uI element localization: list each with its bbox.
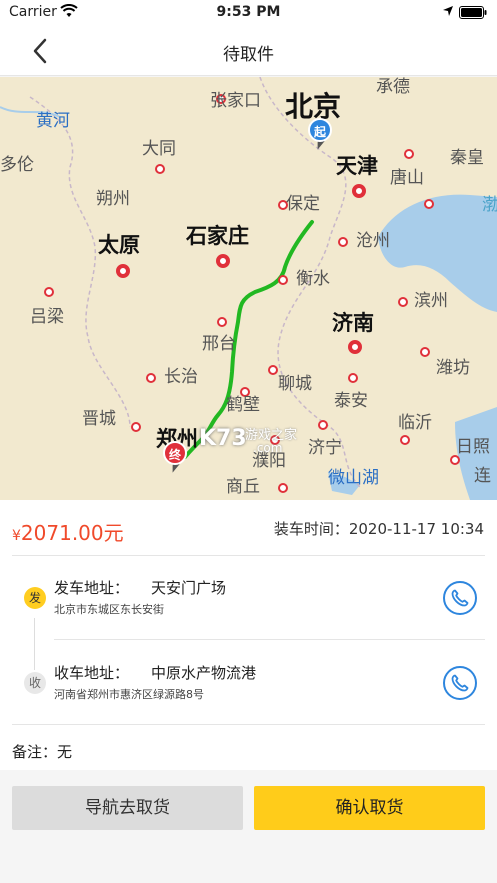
- city-dot-tianjin: [352, 184, 366, 198]
- map-label: 邢台: [202, 334, 236, 354]
- navigation-bar: 待取件: [0, 26, 497, 76]
- phone-icon: [451, 674, 469, 692]
- map-label: 张家口: [210, 91, 261, 111]
- map-label: 聊城: [278, 374, 312, 394]
- city-dot: [404, 149, 414, 159]
- map-label: 吕梁: [30, 307, 64, 327]
- address-connector-line: [34, 618, 35, 670]
- map-label-jinan: 济南: [332, 311, 374, 335]
- map-label: 大同: [142, 139, 176, 159]
- price-value: 2071.00元: [20, 521, 124, 545]
- map-label: 唐山: [390, 168, 424, 188]
- map-label: 衡水: [296, 269, 330, 289]
- map-label: 秦皇: [450, 148, 484, 168]
- map-label: 沧州: [356, 231, 390, 251]
- city-dot: [420, 347, 430, 357]
- note-value: 无: [57, 743, 73, 761]
- map-label: 连: [474, 466, 491, 486]
- city-dot-shijiazhuang: [216, 254, 230, 268]
- map-label: 微山湖: [328, 468, 379, 488]
- end-pin[interactable]: 终: [163, 441, 187, 475]
- city-dot: [348, 373, 358, 383]
- city-dot: [398, 297, 408, 307]
- map-label-shijiazhuang: 石家庄: [186, 224, 249, 248]
- page-title: 待取件: [223, 45, 274, 65]
- city-dot: [155, 164, 165, 174]
- battery-icon: [459, 6, 487, 19]
- note: 备注：无: [12, 741, 72, 762]
- city-dot: [217, 317, 227, 327]
- map-label: 潍坊: [436, 358, 470, 378]
- divider: [12, 555, 485, 556]
- map-label: 日照: [456, 437, 490, 457]
- map-label: 临沂: [398, 413, 432, 433]
- map-label-taiyuan: 太原: [98, 233, 140, 257]
- city-dot: [278, 483, 288, 493]
- note-label: 备注：: [12, 743, 58, 761]
- load-time: 装车时间：2020-11-17 10:34: [274, 518, 484, 539]
- load-time-label: 装车时间：: [273, 520, 349, 538]
- send-phone-button[interactable]: [443, 581, 477, 615]
- send-address-detail: 北京市东城区东长安街: [54, 603, 164, 616]
- send-address-name: 天安门广场: [151, 579, 227, 597]
- recv-badge: 收: [24, 672, 46, 694]
- order-card: ¥2071.00元 装车时间：2020-11-17 10:34 发 发车地址： …: [0, 500, 497, 770]
- map-label: 多伦: [0, 155, 34, 175]
- watermark: K73 游戏之家 .com: [195, 422, 315, 458]
- recv-phone-button[interactable]: [443, 666, 477, 700]
- send-badge: 发: [24, 587, 46, 609]
- watermark-logo: K73: [199, 426, 247, 451]
- start-pin-label: 起: [308, 118, 332, 142]
- map-label: 承德: [376, 77, 410, 97]
- map-label: 渤: [482, 195, 497, 215]
- map-label: 保定: [286, 194, 320, 214]
- load-time-value: 2020-11-17 10:34: [348, 520, 484, 538]
- city-dot: [424, 199, 434, 209]
- start-pin[interactable]: 起: [308, 118, 332, 152]
- map-label: 泰安: [334, 391, 368, 411]
- city-dot-jinan: [348, 340, 362, 354]
- map-label-tianjin: 天津: [336, 154, 378, 178]
- city-dot: [44, 287, 54, 297]
- divider: [54, 639, 485, 640]
- city-dot: [338, 237, 348, 247]
- map-label: 滨州: [414, 291, 448, 311]
- price: ¥2071.00元: [12, 517, 124, 546]
- city-dot: [318, 420, 328, 430]
- route-map[interactable]: 黄河 张家口 北京 承德 多伦 大同 天津 秦皇 唐山 朔州 保定 渤 太原 石…: [0, 77, 497, 500]
- city-dot: [146, 373, 156, 383]
- watermark-url: .com: [253, 441, 283, 455]
- price-currency: ¥: [12, 528, 21, 544]
- city-dot: [268, 365, 278, 375]
- map-label: 商丘: [226, 477, 260, 497]
- divider: [12, 724, 485, 725]
- city-dot: [400, 435, 410, 445]
- send-address-label: 发车地址：: [54, 579, 130, 597]
- phone-icon: [451, 589, 469, 607]
- map-label: 长治: [164, 367, 198, 387]
- map-label: 鹤壁: [226, 395, 260, 415]
- recv-address-name: 中原水产物流港: [151, 664, 257, 682]
- clock: 9:53 PM: [216, 4, 281, 20]
- status-bar: Carrier 9:53 PM: [0, 0, 497, 26]
- map-label-beijing: 北京: [285, 90, 342, 123]
- map-label: 黄河: [36, 111, 70, 131]
- navigate-button[interactable]: 导航去取货: [12, 786, 243, 830]
- city-dot-taiyuan: [116, 264, 130, 278]
- map-label: 朔州: [96, 189, 130, 209]
- location-arrow-icon: [443, 6, 453, 16]
- confirm-pickup-button[interactable]: 确认取货: [254, 786, 485, 830]
- recv-address-detail: 河南省郑州市惠济区绿源路8号: [54, 688, 204, 701]
- end-pin-label: 终: [163, 441, 187, 465]
- recv-address-label: 收车地址：: [54, 664, 130, 682]
- map-label: 晋城: [82, 409, 116, 429]
- city-dot: [131, 422, 141, 432]
- city-dot: [278, 275, 288, 285]
